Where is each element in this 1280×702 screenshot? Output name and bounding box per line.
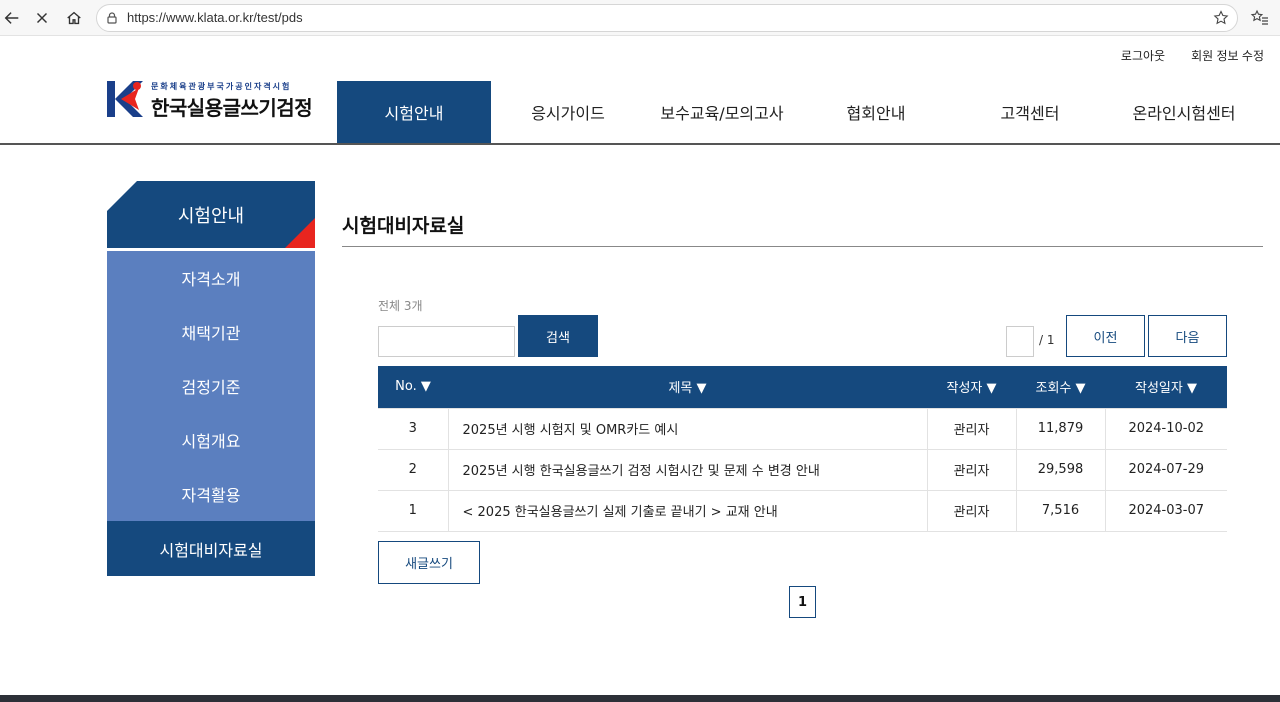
table-row[interactable]: 2 2025년 시행 한국실용글쓰기 검정 시험시간 및 문제 수 변경 안내 … (378, 448, 1227, 491)
sidebar-menu: 자격소개 채택기관 검정기준 시험개요 자격활용 시험대비자료실 (107, 251, 315, 576)
nav-customer-center[interactable]: 고객센터 (953, 81, 1107, 143)
row-subject-link[interactable]: < 2025 한국실용글쓰기 실제 기출로 끝내기 > 교재 안내 (447, 489, 928, 532)
table-header-row: No. ▼ 제목 ▼ 작성자 ▼ 조회수 ▼ 작성일자 ▼ (378, 366, 1227, 408)
column-header-no[interactable]: No. ▼ (378, 366, 448, 408)
top-utility-links: 로그아웃 회원 정보 수정 (1121, 47, 1264, 64)
nav-exam-info[interactable]: 시험안내 (337, 81, 491, 143)
home-icon[interactable] (62, 6, 86, 30)
nav-association-info[interactable]: 협회안내 (799, 81, 953, 143)
footer-edge (0, 695, 1280, 702)
sidebar-item-adopting-institutions[interactable]: 채택기관 (107, 305, 315, 359)
address-bar[interactable]: https://www.klata.or.kr/test/pds (96, 4, 1238, 32)
row-author: 관리자 (926, 407, 1017, 450)
sidebar-item-exam-overview[interactable]: 시험개요 (107, 413, 315, 467)
total-count: 전체 3개 (378, 299, 423, 313)
sidebar-title-red-corner (285, 218, 315, 248)
sidebar-title-text: 시험안내 (177, 205, 245, 227)
post-table: No. ▼ 제목 ▼ 작성자 ▼ 조회수 ▼ 작성일자 ▼ 3 2025년 시행… (378, 366, 1227, 532)
lock-icon[interactable] (105, 11, 119, 25)
favorites-list-icon[interactable] (1250, 8, 1270, 28)
row-author: 관리자 (926, 489, 1017, 532)
logout-link[interactable]: 로그아웃 (1121, 47, 1165, 64)
sidebar-item-qualification[interactable]: 자격소개 (107, 251, 315, 305)
main-navigation: 시험안내 응시가이드 보수교육/모의고사 협회안내 고객센터 온라인시험센터 (337, 81, 1261, 143)
row-date: 2024-07-29 (1104, 448, 1227, 491)
search-button[interactable]: 검색 (518, 315, 598, 357)
sidebar-item-study-materials[interactable]: 시험대비자료실 (107, 521, 315, 576)
pagination-page-1[interactable]: 1 (789, 586, 816, 618)
column-header-date[interactable]: 작성일자 ▼ (1105, 366, 1227, 408)
sidebar-item-criteria[interactable]: 검정기준 (107, 359, 315, 413)
row-views: 7,516 (1015, 489, 1106, 532)
row-author: 관리자 (926, 448, 1017, 491)
search-input[interactable] (378, 326, 515, 357)
row-no: 2 (378, 448, 449, 491)
row-date: 2024-03-07 (1104, 489, 1227, 532)
table-row[interactable]: 1 < 2025 한국실용글쓰기 실제 기출로 끝내기 > 교재 안내 관리자 … (378, 489, 1227, 532)
back-icon[interactable] (0, 6, 24, 30)
row-views: 11,879 (1015, 407, 1106, 450)
write-post-button[interactable]: 새글쓰기 (378, 541, 480, 584)
nav-education-mock-test[interactable]: 보수교육/모의고사 (645, 81, 799, 143)
browser-toolbar: https://www.klata.or.kr/test/pds (0, 0, 1280, 36)
sidebar-title-corner-cut (107, 181, 137, 211)
edit-profile-link[interactable]: 회원 정보 수정 (1191, 47, 1264, 64)
table-row[interactable]: 3 2025년 시행 시험지 및 OMR카드 예시 관리자 11,879 202… (378, 407, 1227, 450)
klata-logo-icon (107, 81, 143, 117)
row-no: 3 (378, 407, 449, 450)
logo-subtitle: 문화체육관광부국가공인자격시험 (151, 82, 292, 91)
sidebar-item-usage[interactable]: 자격활용 (107, 467, 315, 521)
url-text: https://www.klata.or.kr/test/pds (127, 10, 303, 25)
page-total: / 1 (1039, 333, 1055, 347)
stop-loading-icon[interactable] (30, 6, 54, 30)
column-header-author[interactable]: 작성자 ▼ (927, 366, 1016, 408)
next-page-button[interactable]: 다음 (1148, 315, 1227, 357)
row-subject-link[interactable]: 2025년 시행 시험지 및 OMR카드 예시 (447, 407, 928, 450)
prev-page-button[interactable]: 이전 (1066, 315, 1145, 357)
site-logo[interactable]: 문화체육관광부국가공인자격시험 한국실용글쓰기검정 (107, 80, 332, 120)
row-no: 1 (378, 489, 449, 532)
column-header-subject[interactable]: 제목 ▼ (448, 366, 927, 408)
row-subject-link[interactable]: 2025년 시행 한국실용글쓰기 검정 시험시간 및 문제 수 변경 안내 (447, 448, 928, 491)
logo-title: 한국실용글쓰기검정 (151, 96, 313, 120)
column-header-views[interactable]: 조회수 ▼ (1016, 366, 1105, 408)
page-number-input[interactable] (1006, 326, 1034, 357)
title-divider (342, 246, 1263, 247)
nav-application-guide[interactable]: 응시가이드 (491, 81, 645, 143)
nav-online-exam-center[interactable]: 온라인시험센터 (1107, 81, 1261, 143)
row-views: 29,598 (1015, 448, 1106, 491)
favorite-star-icon[interactable] (1213, 10, 1229, 26)
page-title: 시험대비자료실 (342, 215, 465, 237)
header-divider (0, 143, 1280, 145)
row-date: 2024-10-02 (1104, 407, 1227, 450)
sidebar-title: 시험안내 (107, 181, 315, 248)
